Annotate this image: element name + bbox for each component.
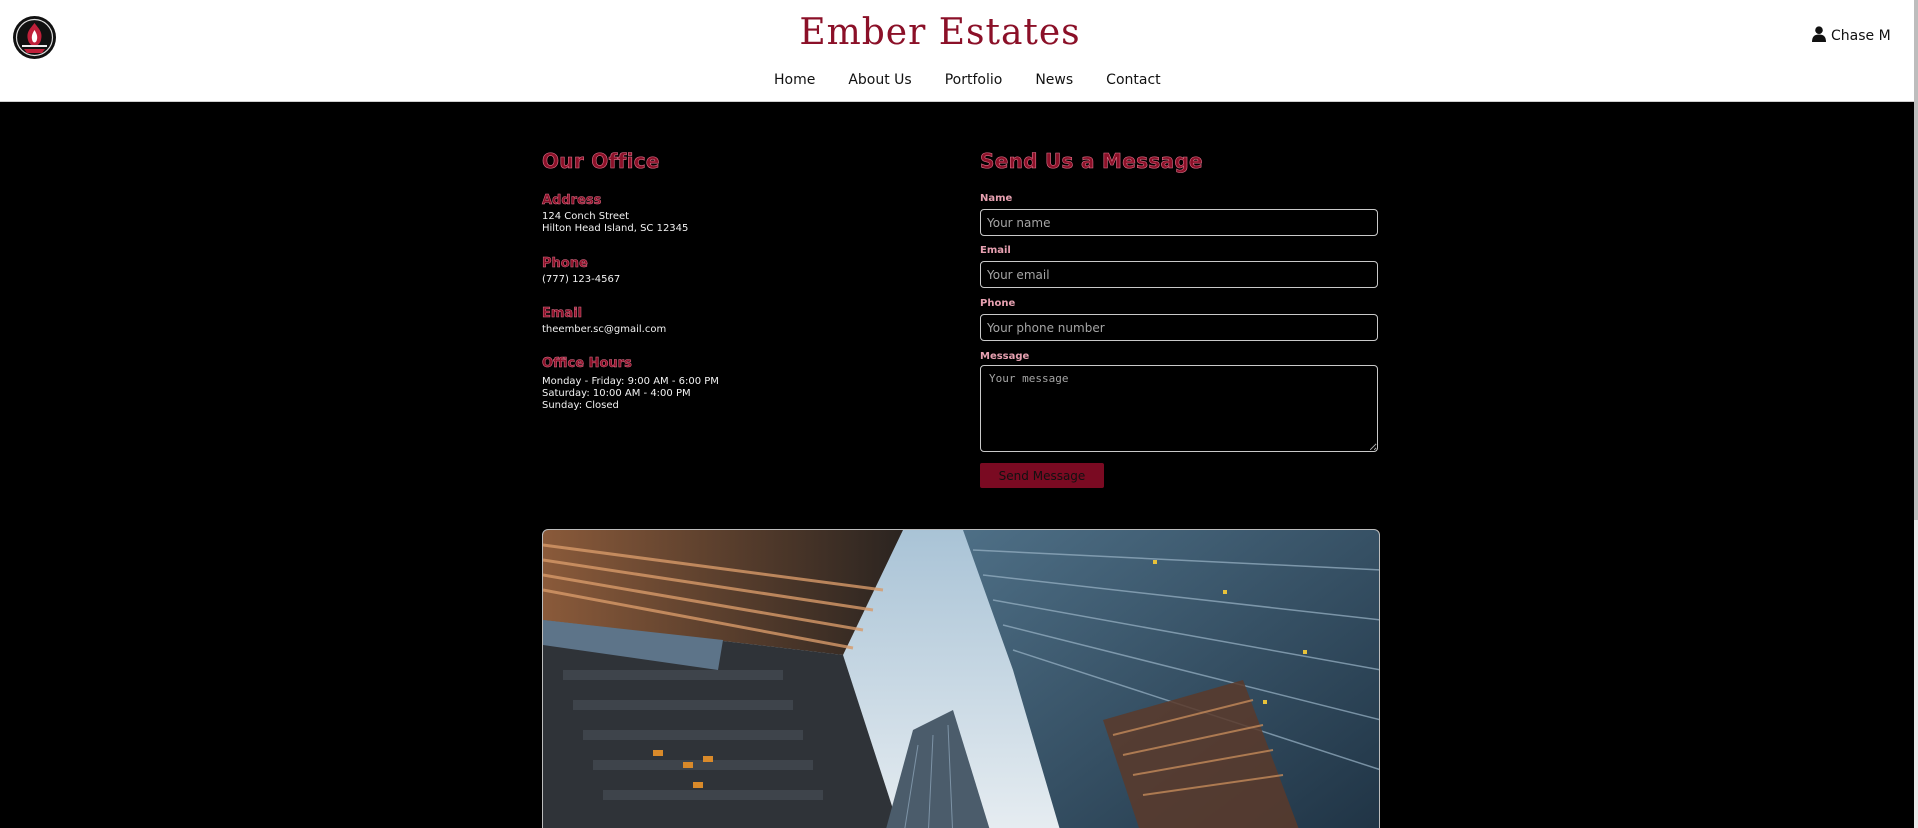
page-scrollbar[interactable] (1914, 0, 1918, 828)
user-icon (1812, 26, 1826, 46)
site-header: Ember Estates Chase M Home About Us Port… (0, 0, 1918, 102)
scrollbar-thumb[interactable] (1914, 0, 1918, 520)
email-field-label: Email (980, 245, 1011, 256)
message-textarea[interactable] (980, 365, 1378, 452)
email-input[interactable] (980, 261, 1378, 288)
hours-sunday: Sunday: Closed (542, 400, 619, 411)
hours-saturday: Saturday: 10:00 AM - 4:00 PM (542, 388, 691, 399)
address-line-1: 124 Conch Street (542, 211, 630, 222)
nav-news[interactable]: News (1035, 72, 1073, 88)
hours-weekdays: Monday - Friday: 9:00 AM - 6:00 PM (542, 376, 719, 387)
name-label: Name (980, 193, 1013, 204)
phone-field-label: Phone (980, 298, 1016, 309)
send-message-button[interactable]: Send Message (980, 463, 1104, 488)
message-label: Message (980, 351, 1030, 362)
phone-label: Phone (542, 256, 588, 272)
skyscrapers-image (542, 529, 1380, 828)
phone-value: (777) 123-4567 (542, 274, 621, 285)
email-value: theember.sc@gmail.com (542, 324, 667, 335)
address-line-2: Hilton Head Island, SC 12345 (542, 223, 689, 234)
nav-contact[interactable]: Contact (1106, 72, 1160, 88)
user-menu[interactable]: Chase M (1812, 26, 1891, 46)
form-heading: Send Us a Message (980, 149, 1203, 174)
nav-home[interactable]: Home (774, 72, 815, 88)
office-heading: Our Office (542, 149, 660, 174)
nav-portfolio[interactable]: Portfolio (945, 72, 1003, 88)
phone-input[interactable] (980, 314, 1378, 341)
user-name: Chase M (1831, 28, 1891, 44)
address-label: Address (542, 193, 602, 209)
site-title: Ember Estates (799, 12, 1081, 53)
nav-about-us[interactable]: About Us (848, 72, 911, 88)
name-input[interactable] (980, 209, 1378, 236)
hours-label: Office Hours (542, 356, 632, 372)
main-nav: Home About Us Portfolio News Contact (774, 72, 1194, 88)
email-label: Email (542, 306, 583, 322)
